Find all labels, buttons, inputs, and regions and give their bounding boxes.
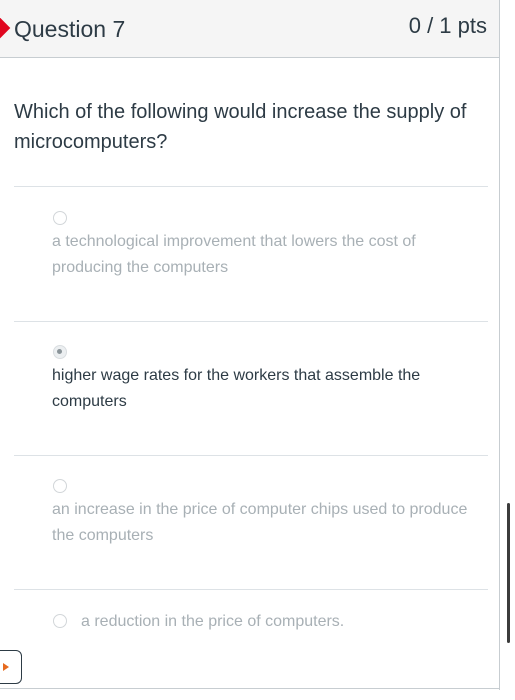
question-text: Which of the following would increase th… [14,101,467,153]
nav-button[interactable] [0,650,22,684]
question-title: Question 7 [14,16,126,42]
scrollbar-thumb[interactable] [507,503,510,643]
answer-divider [14,186,488,187]
answer-radio-4[interactable] [53,614,67,628]
question-bottom-border [0,688,500,689]
answer-radio-2[interactable] [53,345,67,359]
answer-divider [14,321,488,322]
answer-label-1[interactable]: a technological improvement that lowers … [52,229,472,281]
question-points: 0 / 1 pts [408,13,487,38]
quiz-page: Question 7 0 / 1 pts Which of the follow… [0,0,515,700]
answer-label-2[interactable]: higher wage rates for the workers that a… [52,363,472,415]
answer-divider [14,455,488,456]
question-body: Which of the following would increase th… [0,58,500,690]
answer-radio-3[interactable] [53,479,67,493]
answer-label-3[interactable]: an increase in the price of computer chi… [52,497,472,549]
question-header: Question 7 0 / 1 pts [0,0,500,58]
arrow-right-icon [3,663,9,671]
answer-radio-1[interactable] [53,211,67,225]
flag-icon [0,16,11,40]
answer-divider [14,589,488,590]
answer-label-4[interactable]: a reduction in the price of computers. [81,609,481,635]
